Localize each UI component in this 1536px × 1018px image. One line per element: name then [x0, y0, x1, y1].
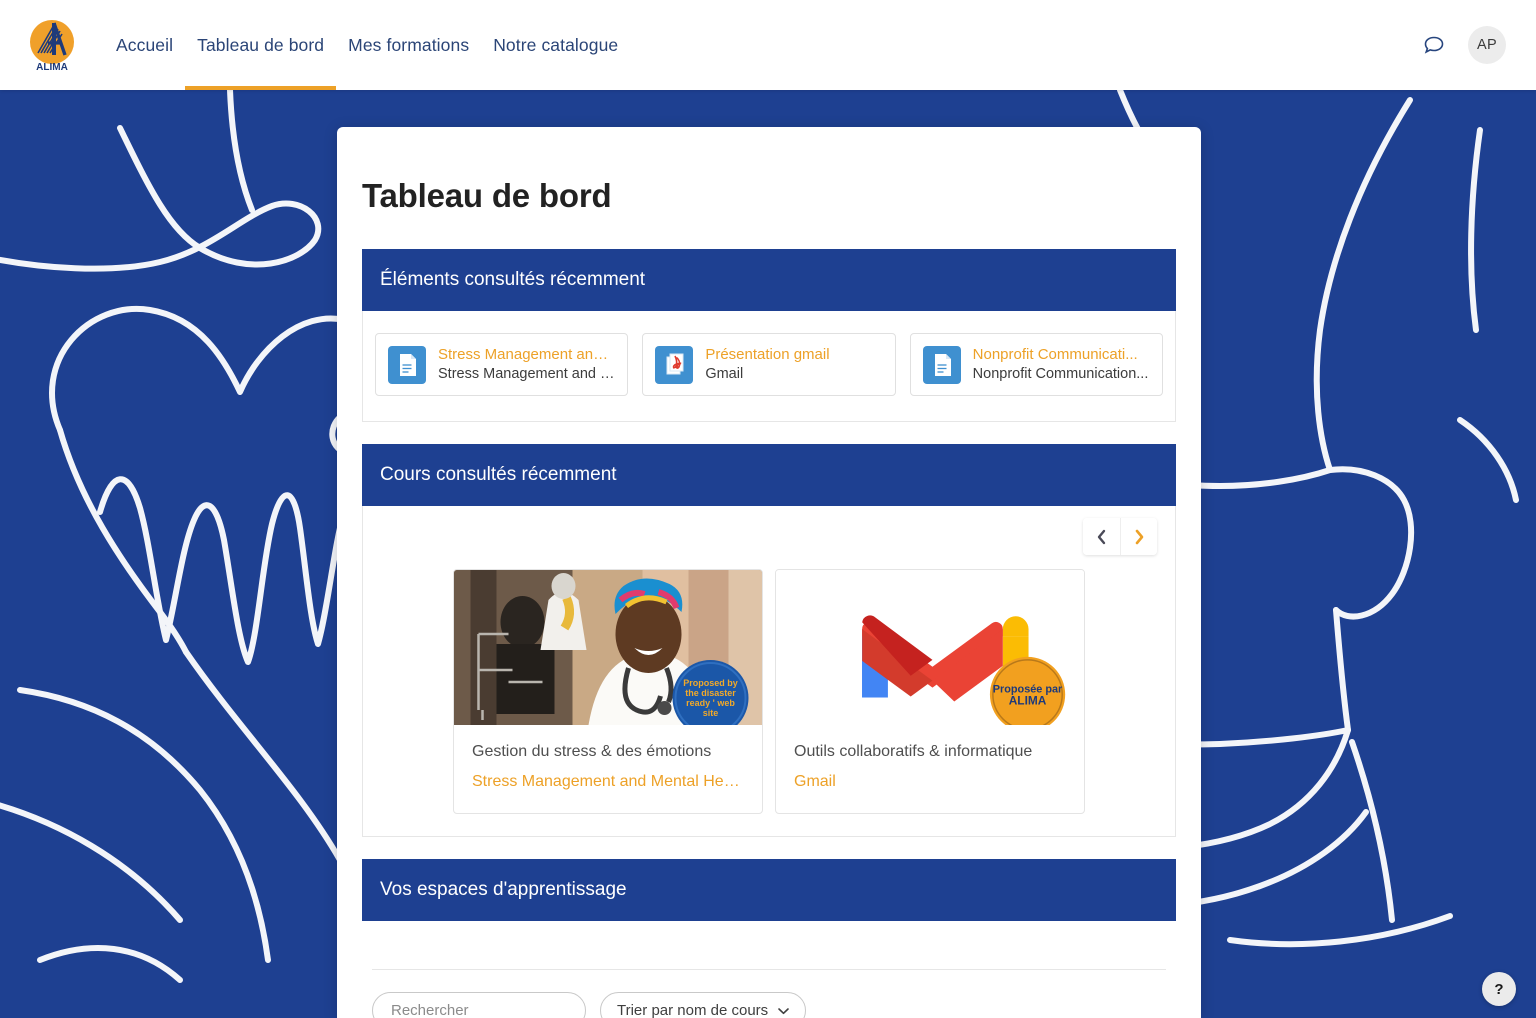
list-item[interactable]: Présentation gmail Gmail [642, 333, 896, 397]
course-category: Outils collaboratifs & informatique [794, 743, 1033, 761]
course-thumbnail: Proposed by the disaster ready ' web sit… [454, 570, 762, 726]
nav-item-label: Tableau de bord [197, 34, 325, 55]
avatar[interactable]: AP [1468, 26, 1506, 64]
gmail-logo: Proposée par ALIMA [776, 570, 1084, 726]
recent-courses-block: Cours consultés récemment Proposed by th… [362, 444, 1176, 838]
list-item-text: Nonprofit Communicati... Nonprofit Commu… [973, 345, 1149, 384]
search-input[interactable] [372, 992, 586, 1018]
svg-text:the disaster: the disaster [685, 688, 736, 698]
list-item-text: Stress Management and ... Stress Managem… [438, 345, 615, 384]
learning-spaces-heading: Vos espaces d'apprentissage [362, 859, 1176, 922]
list-item[interactable]: Nonprofit Communicati... Nonprofit Commu… [909, 333, 1163, 397]
dashboard-page-card: Tableau de bord Éléments consultés récem… [337, 127, 1201, 1018]
carousel-button-group [1083, 518, 1157, 556]
recent-courses-body: Proposed by the disaster ready ' web sit… [362, 506, 1176, 838]
list-item-title: Stress Management and ... [438, 346, 616, 363]
main-nav: Accueil Tableau de bord Mes formations N… [104, 0, 630, 90]
course-category: Gestion du stress & des émotions [472, 743, 712, 761]
nav-item-notre-catalogue[interactable]: Notre catalogue [481, 0, 630, 90]
course-card[interactable]: Proposée par ALIMA Outils collaboratifs … [775, 569, 1085, 815]
list-item-subtitle: Gmail [705, 365, 744, 382]
nav-item-accueil[interactable]: Accueil [104, 0, 185, 90]
course-meta: Gestion du stress & des émotions Stress … [454, 725, 762, 813]
alima-logo-icon: ALIMA [30, 20, 74, 73]
nav-item-mes-formations[interactable]: Mes formations [336, 0, 481, 90]
chevron-down-icon [778, 1007, 789, 1014]
recent-items-body: Stress Management and ... Stress Managem… [362, 311, 1176, 423]
learning-spaces-body: Trier par nom de cours [362, 969, 1176, 1018]
course-meta: Outils collaboratifs & informatique Gmai… [776, 725, 1084, 813]
carousel-prev-button[interactable] [1083, 518, 1120, 556]
list-item-subtitle: Nonprofit Communication... [972, 365, 1149, 382]
nav-item-tableau-de-bord[interactable]: Tableau de bord [185, 0, 337, 90]
svg-text:ready ' web: ready ' web [686, 698, 735, 708]
header-actions: AP [1422, 26, 1536, 64]
question-mark-icon: ? [1494, 980, 1504, 998]
list-item-title: Nonprofit Communicati... [972, 346, 1138, 363]
course-name-link[interactable]: Stress Management and Mental Hea... [472, 773, 744, 791]
list-item-title: Présentation gmail [705, 346, 830, 363]
course-carousel: Proposed by the disaster ready ' web sit… [363, 555, 1175, 836]
nav-item-label: Notre catalogue [493, 34, 619, 55]
learning-spaces-toolbar: Trier par nom de cours [372, 969, 1166, 1018]
photo-health-worker: Proposed by the disaster ready ' web sit… [454, 570, 762, 726]
svg-text:site: site [703, 708, 719, 718]
nav-item-label: Mes formations [348, 34, 470, 55]
chevron-left-icon [1097, 529, 1106, 544]
course-name-link[interactable]: Gmail [794, 773, 1066, 791]
recent-items-heading: Éléments consultés récemment [362, 249, 1176, 311]
chat-bubble-icon[interactable] [1422, 33, 1446, 57]
learning-spaces-block: Vos espaces d'apprentissage Trier par no… [362, 859, 1176, 1018]
brand-logo[interactable]: ALIMA [0, 15, 104, 75]
pdf-icon [655, 345, 694, 384]
sort-dropdown[interactable]: Trier par nom de cours [600, 992, 807, 1018]
recent-courses-heading: Cours consultés récemment [362, 444, 1176, 507]
list-item-text: Présentation gmail Gmail [705, 345, 829, 384]
page-title: Tableau de bord [362, 177, 612, 214]
sort-dropdown-label: Trier par nom de cours [617, 1002, 769, 1018]
help-button[interactable]: ? [1482, 972, 1516, 1006]
document-icon [388, 345, 426, 384]
svg-text:ALIMA: ALIMA [1009, 694, 1047, 708]
carousel-controls [363, 506, 1175, 556]
recent-items-list: Stress Management and ... Stress Managem… [363, 311, 1175, 421]
document-icon [922, 345, 961, 384]
list-item[interactable]: Stress Management and ... Stress Managem… [375, 333, 629, 397]
carousel-next-button[interactable] [1120, 518, 1157, 556]
recent-items-block: Éléments consultés récemment Stress Mana… [362, 249, 1176, 423]
course-thumbnail: Proposée par ALIMA [776, 570, 1084, 726]
chevron-right-icon [1135, 529, 1143, 544]
list-item-subtitle: Stress Management and M... [438, 365, 616, 382]
svg-text:Proposed by: Proposed by [683, 678, 738, 688]
svg-text:ALIMA: ALIMA [36, 62, 68, 73]
nav-item-label: Accueil [116, 34, 174, 55]
top-navigation-bar: ALIMA Accueil Tableau de bord Mes format… [0, 0, 1536, 90]
avatar-initials: AP [1477, 37, 1497, 53]
course-card[interactable]: Proposed by the disaster ready ' web sit… [453, 569, 763, 815]
